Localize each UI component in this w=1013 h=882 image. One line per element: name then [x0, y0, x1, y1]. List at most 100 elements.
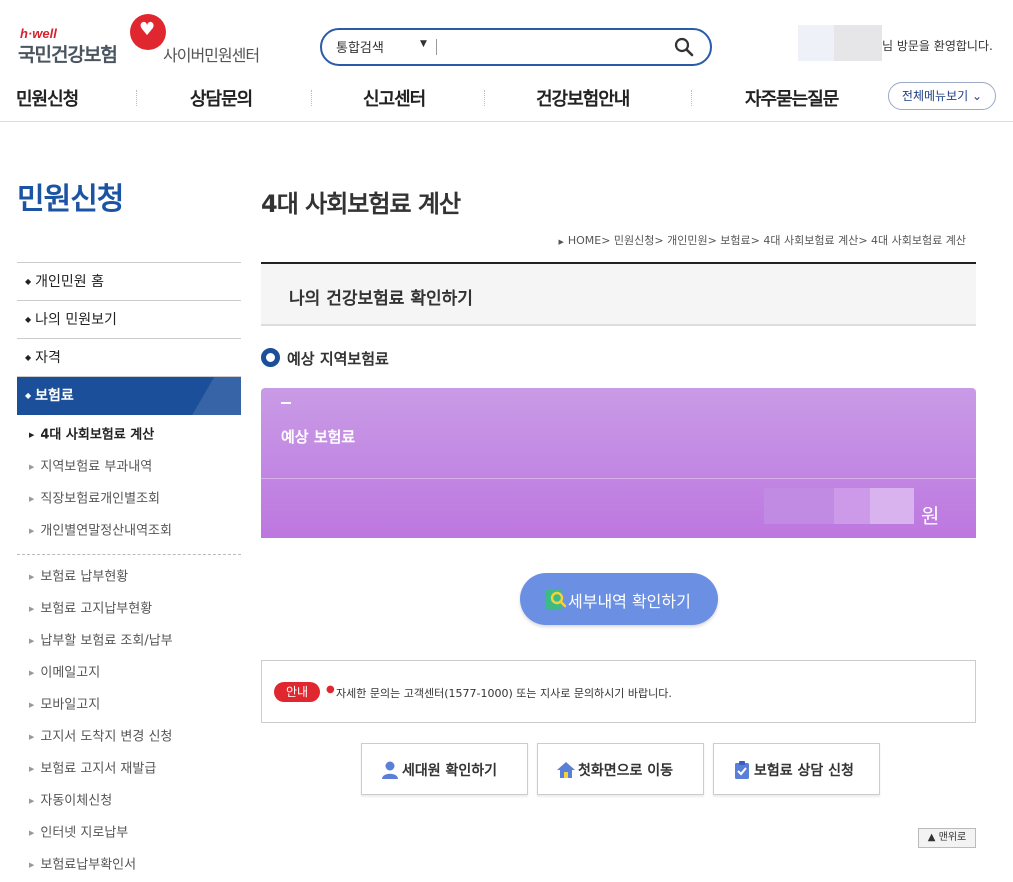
redacted-user-name-2 [834, 25, 882, 61]
breadcrumb-text: HOME> 민원신청> 개인민원> 보험료> 4대 사회보험료 계산> 4대 사… [567, 234, 966, 247]
triangle-bullet-icon: ▶ [29, 733, 35, 741]
sidebar-submenu: ▶ 4대 사회보험료 계산 ▶ 지역보험료 부과내역 ▶ 직장보험료개인별조회 ▶ 개인… [17, 415, 241, 547]
submenu-item-email-notice[interactable]: ▶ 이메일고지 [17, 657, 241, 689]
diamond-bullet-icon: ◆ [25, 315, 32, 324]
sidebar-submenu-2: ▶ 보험료 납부현황 ▶ 보험료 고지납부현황 ▶ 납부할 보험료 조회/납부 ▶ 이메… [17, 561, 241, 881]
diamond-bullet-icon: ◆ [25, 277, 32, 286]
sidebar-item-label: 개인민원 홈 [35, 274, 105, 290]
diamond-bullet-icon: ◆ [25, 353, 32, 362]
notice-box: 안내 ● 자세한 문의는 고객센터(1577-1000) 또는 지사로 문의하시… [261, 660, 976, 723]
triangle-bullet-icon: ▶ [29, 861, 35, 869]
breadcrumb: ▶ HOME> 민원신청> 개인민원> 보험료> 4대 사회보험료 계산> 4대 … [558, 232, 966, 248]
all-menu-label: 전체메뉴보기 [901, 89, 969, 103]
section-header: 나의 건강보험료 확인하기 [261, 262, 976, 326]
submenu-item-pay-premium[interactable]: ▶ 납부할 보험료 조회/납부 [17, 625, 241, 657]
person-icon [382, 761, 398, 779]
search-input[interactable] [444, 36, 664, 58]
chevron-down-icon: ⌄ [972, 89, 983, 103]
main-content: 4대 사회보험료 계산 ▶ HOME> 민원신청> 개인민원> 보험료> 4대 사… [261, 122, 976, 853]
logo[interactable]: h·well 국민건강보험 ♥ 사이버민원센터 [18, 14, 278, 70]
submenu-item-reissue-notice[interactable]: ▶ 보험료 고지서 재발급 [17, 753, 241, 785]
submenu-item-mobile-notice[interactable]: ▶ 모바일고지 [17, 689, 241, 721]
gnb-item-consult[interactable]: 상담문의 [190, 85, 253, 111]
logo-tagline: h·well [20, 26, 57, 41]
triangle-bullet-icon: ▶ [29, 637, 35, 645]
triangle-bullet-icon: ▶ [29, 463, 35, 471]
sidebar-item-premium[interactable]: ◆ 보험료 [17, 377, 241, 415]
welcome-text: 님 방문을 환영합니다. [882, 39, 993, 53]
go-home-label: 첫화면으로 이동 [578, 763, 674, 779]
logo-center-name: 사이버민원센터 [163, 46, 260, 65]
sidebar-item-personal-home[interactable]: ◆ 개인민원 홈 [17, 263, 241, 301]
submenu-item-year-end[interactable]: ▶ 개인별연말정산내역조회 [17, 515, 241, 547]
diamond-bullet-icon: ◆ [25, 391, 32, 400]
submenu-label: 4대 사회보험료 계산 [40, 427, 155, 443]
sidebar-item-my-requests[interactable]: ◆ 나의 민원보기 [17, 301, 241, 339]
submenu-item-payment-status[interactable]: ▶ 보험료 납부현황 [17, 561, 241, 593]
gnb-item-report[interactable]: 신고센터 [363, 85, 426, 111]
household-members-button[interactable]: 세대원 확인하기 [361, 743, 528, 795]
submenu-item-notice-payment-status[interactable]: ▶ 보험료 고지납부현황 [17, 593, 241, 625]
triangle-bullet-icon: ▶ [29, 527, 35, 535]
magnifier-icon [546, 589, 566, 609]
premium-label: 예상 보험료 [281, 428, 356, 446]
gnb-item-faq[interactable]: 자주묻는질문 [745, 85, 839, 111]
gnb-separator [136, 90, 137, 106]
header: h·well 국민건강보험 ♥ 사이버민원센터 통합검색 ▼ 님 방문을 환영합… [0, 0, 1013, 122]
view-details-label: 세부내역 확인하기 [568, 592, 691, 611]
sidebar: 민원신청 ◆ 개인민원 홈 ◆ 나의 민원보기 ◆ 자격 ◆ 보험료 ▶ 4대 사회보험료… [17, 122, 241, 873]
submenu-item-regional-premium[interactable]: ▶ 지역보험료 부과내역 [17, 451, 241, 483]
triangle-bullet-icon: ▶ [29, 765, 35, 773]
page-title: 4대 사회보험료 계산 [261, 190, 461, 218]
submenu-label: 보험료납부확인서 [40, 857, 137, 873]
triangle-bullet-icon: ▶ [29, 797, 35, 805]
premium-divider [261, 478, 976, 479]
triangle-bullet-icon: ▶ [29, 573, 35, 581]
premium-consult-button[interactable]: 보험료 상담 신청 [713, 743, 880, 795]
clipboard-icon [735, 761, 749, 779]
arrow-up-icon: ▲ [927, 832, 936, 843]
go-home-button[interactable]: 첫화면으로 이동 [537, 743, 704, 795]
search-scope-select[interactable]: 통합검색 ▼ [336, 37, 436, 57]
submenu-label: 자동이체신청 [40, 793, 113, 809]
sidebar-item-eligibility[interactable]: ◆ 자격 [17, 339, 241, 377]
back-to-top-button[interactable]: ▲ 맨위로 [918, 828, 976, 848]
submenu-label: 인터넷 지로납부 [40, 825, 129, 841]
submenu-item-4-insurance-calc[interactable]: ▶ 4대 사회보험료 계산 [17, 419, 241, 451]
gnb-item-apply[interactable]: 민원신청 [16, 85, 79, 111]
premium-result-box: 예상 보험료 원 [261, 388, 976, 538]
search-scope-label: 통합검색 [336, 41, 384, 56]
triangle-bullet-icon: ▶ [29, 669, 35, 677]
radio-selected-icon[interactable] [261, 348, 280, 367]
section-title: 나의 건강보험료 확인하기 [289, 289, 473, 309]
redacted-premium-value-3 [870, 488, 914, 524]
submenu-label: 납부할 보험료 조회/납부 [40, 633, 173, 649]
all-menu-button[interactable]: 전체메뉴보기 ⌄ [888, 82, 996, 110]
sidebar-title: 민원신청 [17, 182, 124, 217]
submenu-item-internet-giro[interactable]: ▶ 인터넷 지로납부 [17, 817, 241, 849]
search-icon[interactable] [674, 37, 694, 57]
submenu-label: 이메일고지 [40, 665, 101, 681]
search-divider [436, 39, 437, 55]
red-dot-icon: ● [326, 684, 335, 695]
view-details-button[interactable]: 세부내역 확인하기 [520, 573, 718, 625]
notice-text: 자세한 문의는 고객센터(1577-1000) 또는 지사로 문의하시기 바랍니… [336, 687, 672, 700]
triangle-bullet-icon: ▶ [29, 605, 35, 613]
submenu-item-auto-transfer[interactable]: ▶ 자동이체신청 [17, 785, 241, 817]
submenu-item-payment-certificate[interactable]: ▶ 보험료납부확인서 [17, 849, 241, 881]
triangle-bullet-icon: ▶ [558, 238, 564, 246]
submenu-item-address-change[interactable]: ▶ 고지서 도착지 변경 신청 [17, 721, 241, 753]
sidebar-item-label: 보험료 [35, 388, 74, 404]
radio-label: 예상 지역보험료 [287, 350, 389, 368]
redacted-premium-value [764, 488, 834, 524]
submenu-label: 보험료 납부현황 [40, 569, 129, 585]
premium-consult-label: 보험료 상담 신청 [754, 763, 854, 779]
gnb-separator [691, 90, 692, 106]
submenu-item-workplace-premium[interactable]: ▶ 직장보험료개인별조회 [17, 483, 241, 515]
household-members-label: 세대원 확인하기 [402, 763, 498, 779]
dash-mark [281, 402, 291, 404]
redacted-premium-value-2 [834, 488, 870, 524]
sidebar-item-label: 자격 [35, 350, 61, 366]
gnb-item-insurance-guide[interactable]: 건강보험안내 [536, 85, 630, 111]
notice-badge: 안내 [274, 682, 320, 702]
